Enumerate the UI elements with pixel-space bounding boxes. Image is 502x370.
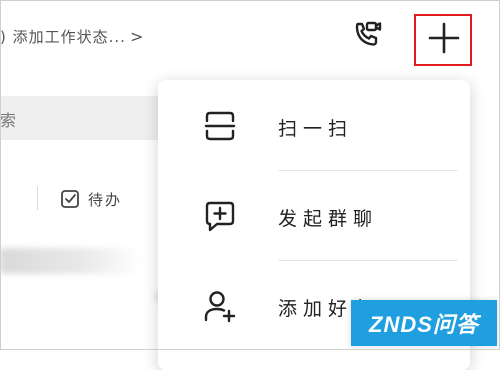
znds-watermark-logo: ZNDS问答 — [351, 300, 497, 346]
search-placeholder: 索 — [0, 111, 17, 130]
status-setting-link[interactable]: ) 添加工作状态... > — [0, 26, 144, 47]
add-friend-icon — [202, 288, 238, 324]
menu-item-group-chat[interactable]: 发起群聊 — [158, 174, 470, 254]
menu-item-scan[interactable]: 扫一扫 — [158, 84, 470, 164]
menu-divider — [278, 170, 458, 171]
blurred-list-item — [0, 248, 140, 274]
watermark-text: ZNDS问答 — [369, 312, 479, 337]
highlight-box — [414, 14, 472, 66]
menu-item-label: 扫一扫 — [278, 118, 354, 140]
divider — [37, 186, 38, 210]
video-call-button[interactable] — [350, 20, 384, 54]
chevron-right-icon: > — [129, 27, 145, 46]
menu-divider — [278, 260, 458, 261]
scan-icon — [202, 108, 238, 144]
todo-tab[interactable]: 待办 — [60, 184, 122, 214]
group-chat-icon — [202, 198, 238, 234]
video-phone-icon — [352, 20, 382, 54]
checkbox-icon — [60, 189, 80, 209]
todo-label: 待办 — [88, 190, 123, 209]
search-bar[interactable]: 索 — [0, 96, 170, 140]
menu-item-label: 发起群聊 — [278, 208, 379, 230]
status-text: ) 添加工作状态... — [0, 28, 126, 46]
